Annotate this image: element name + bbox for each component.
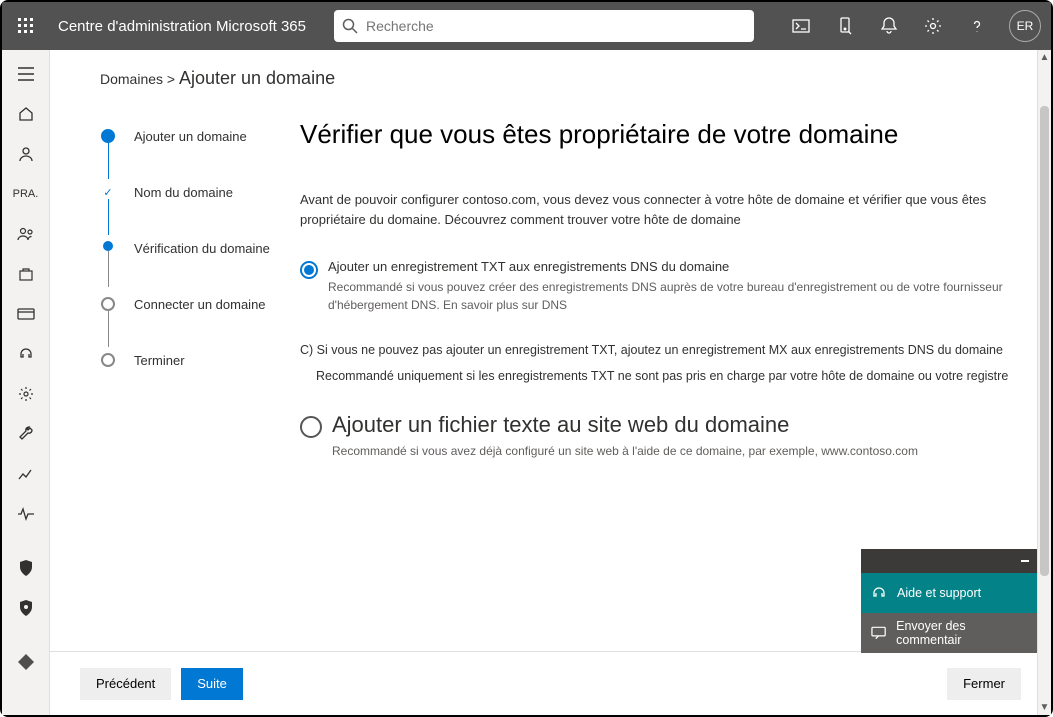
settings-icon[interactable] xyxy=(911,2,955,50)
back-button[interactable]: Précédent xyxy=(80,668,171,700)
wizard-steps: Ajouter un domaine ✓ Nom du domaine Véri… xyxy=(50,99,300,651)
close-button[interactable]: Fermer xyxy=(947,668,1021,700)
notifications-icon[interactable] xyxy=(867,2,911,50)
option-file-title: Ajouter un fichier texte au site web du … xyxy=(332,412,918,438)
help-icon[interactable] xyxy=(955,2,999,50)
help-feedback-button[interactable]: Envoyer des commentair xyxy=(861,613,1037,653)
option-text-file[interactable]: Ajouter un fichier texte au site web du … xyxy=(300,412,1011,460)
page-title: Vérifier que vous êtes propriétaire de v… xyxy=(300,119,1011,150)
search-icon xyxy=(342,18,358,34)
help-support-button[interactable]: Aide et support xyxy=(861,573,1037,613)
step-finish: Terminer xyxy=(100,353,300,409)
option-txt-title: Ajouter un enregistrement TXT aux enregi… xyxy=(328,259,1011,274)
radio-txt-record[interactable] xyxy=(300,261,318,279)
breadcrumb: Domaines > Ajouter un domaine xyxy=(50,50,1051,99)
breadcrumb-parent[interactable]: Domaines > xyxy=(100,71,175,87)
nav-home-icon[interactable] xyxy=(2,94,50,134)
top-header: Centre d'administration Microsoft 365 ER xyxy=(2,2,1051,50)
nav-hamburger-icon[interactable] xyxy=(2,54,50,94)
option-mx-record: C) Si vous ne pouvez pas ajouter un enre… xyxy=(300,340,1011,386)
nav-admin-icon[interactable] xyxy=(2,642,50,682)
feedback-icon xyxy=(871,626,886,640)
nav-support-icon[interactable] xyxy=(2,334,50,374)
search-input[interactable] xyxy=(366,18,746,34)
nav-groups-icon[interactable] xyxy=(2,214,50,254)
wizard-footer: Précédent Suite Fermer xyxy=(50,651,1051,715)
shell-console-icon[interactable] xyxy=(779,2,823,50)
nav-setup-icon[interactable] xyxy=(2,414,50,454)
account-avatar[interactable]: ER xyxy=(1009,10,1041,42)
option-txt-desc: Recommandé si vous pouvez créer des enre… xyxy=(328,278,1011,314)
intro-text: Avant de pouvoir configurer contoso.com,… xyxy=(300,190,1011,229)
left-nav-rail: PRA. xyxy=(2,50,50,715)
step-add-domain: Ajouter un domaine xyxy=(100,129,300,185)
option-file-desc: Recommandé si vous avez déjà configuré u… xyxy=(332,442,918,460)
help-collapse-icon[interactable] xyxy=(861,549,1037,573)
nav-settings-icon[interactable] xyxy=(2,374,50,414)
nav-billing-icon[interactable] xyxy=(2,294,50,334)
nav-security1-icon[interactable] xyxy=(2,548,50,588)
nav-resources-icon[interactable] xyxy=(2,254,50,294)
option-txt-record[interactable]: Ajouter un enregistrement TXT aux enregi… xyxy=(300,259,1011,314)
radio-text-file[interactable] xyxy=(300,416,322,438)
scroll-thumb[interactable] xyxy=(1040,106,1049,576)
option-mx-desc: Recommandé uniquement si les enregistrem… xyxy=(316,366,1011,386)
nav-users-icon[interactable] xyxy=(2,134,50,174)
scroll-down-icon[interactable]: ▼ xyxy=(1038,702,1051,713)
nav-label[interactable]: PRA. xyxy=(2,174,50,214)
breadcrumb-current: Ajouter un domaine xyxy=(179,68,335,88)
nav-reports-icon[interactable] xyxy=(2,454,50,494)
next-button[interactable]: Suite xyxy=(181,668,243,700)
app-title: Centre d'administration Microsoft 365 xyxy=(50,18,314,35)
help-panel: Aide et support Envoyer des commentair xyxy=(861,549,1037,653)
nav-health-icon[interactable] xyxy=(2,494,50,534)
app-launcher-icon[interactable] xyxy=(2,2,50,50)
step-verify-domain: Vérification du domaine xyxy=(100,241,300,297)
nav-security2-icon[interactable] xyxy=(2,588,50,628)
step-connect-domain: Connecter un domaine xyxy=(100,297,300,353)
device-icon[interactable] xyxy=(823,2,867,50)
scrollbar[interactable]: ▲ ▼ xyxy=(1037,50,1051,715)
step-domain-name: ✓ Nom du domaine xyxy=(100,185,300,241)
scroll-up-icon[interactable]: ▲ xyxy=(1038,52,1051,63)
headset-icon xyxy=(871,585,887,601)
option-mx-title: C) Si vous ne pouvez pas ajouter un enre… xyxy=(300,340,1011,360)
search-box[interactable] xyxy=(334,10,754,42)
